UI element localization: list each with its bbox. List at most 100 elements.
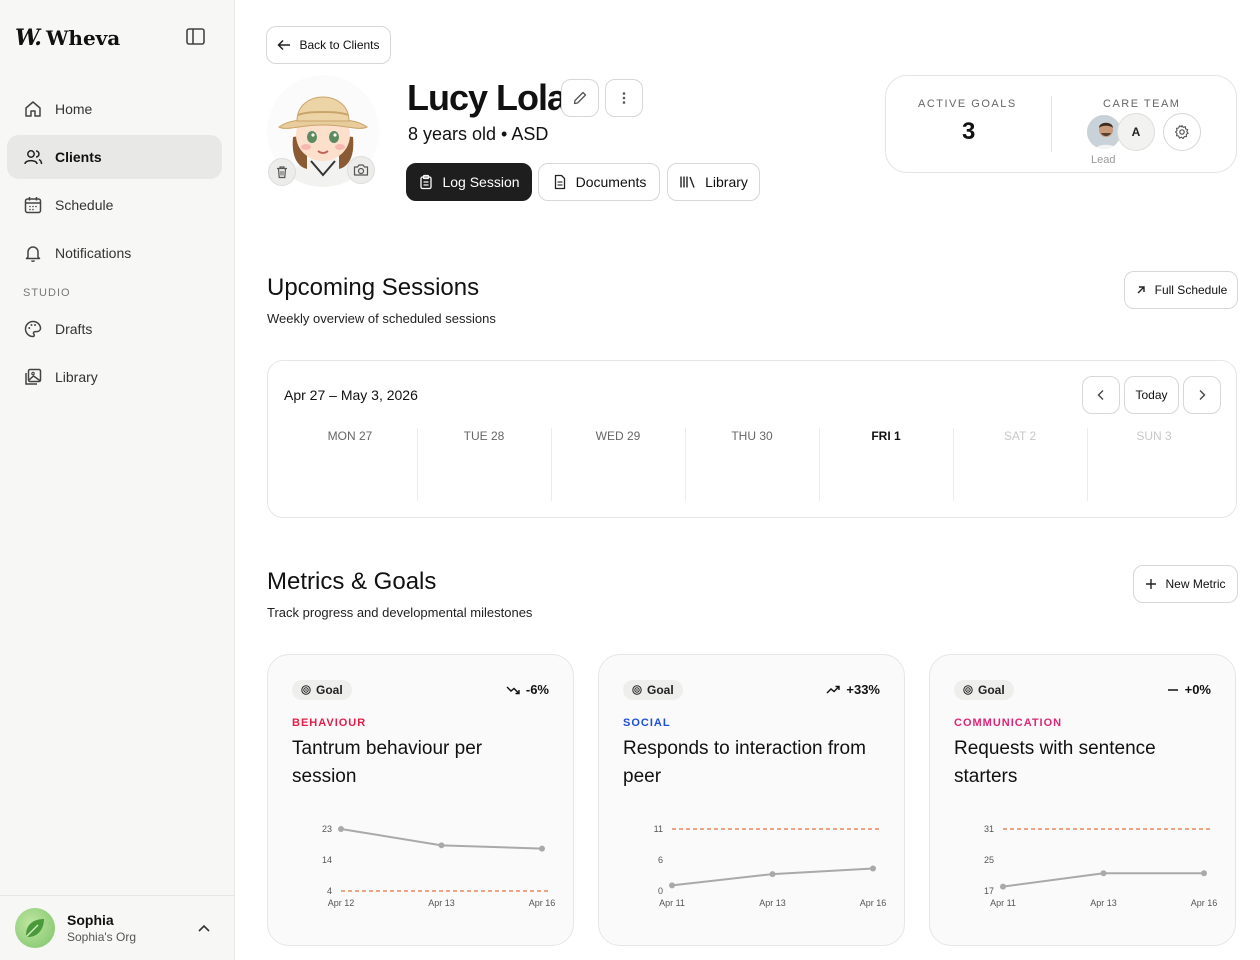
metrics-title: Metrics & Goals	[267, 568, 437, 595]
day-column-header-today[interactable]: FRI 1	[819, 429, 953, 443]
active-goals-value: 3	[962, 118, 976, 145]
documents-button[interactable]: Documents	[538, 163, 660, 201]
metric-card[interactable]: Goal -6% BEHAVIOUR Tantrum behaviour per…	[267, 654, 574, 946]
user-avatar	[15, 908, 55, 948]
log-session-button[interactable]: Log Session	[406, 163, 532, 201]
sidebar-toggle-icon[interactable]	[185, 27, 207, 47]
user-menu[interactable]: Sophia Sophia's Org	[0, 895, 235, 960]
care-team-settings-button[interactable]	[1163, 113, 1201, 151]
gear-icon	[1175, 124, 1189, 140]
goal-pill: Goal	[623, 680, 683, 700]
sessions-subtitle: Weekly overview of scheduled sessions	[267, 311, 496, 326]
bell-icon	[25, 246, 41, 263]
trend-indicator: -6%	[506, 682, 549, 697]
y-tick-label: 0	[658, 886, 663, 896]
user-name: Sophia	[67, 912, 114, 928]
data-point[interactable]	[539, 845, 545, 852]
day-column-header[interactable]: SUN 3	[1087, 429, 1221, 443]
sidebar-section-label: STUDIO	[23, 287, 71, 299]
chevron-up-icon	[198, 924, 210, 932]
sidebar-item-drafts[interactable]: Drafts	[7, 307, 222, 351]
trend-up-icon	[826, 685, 841, 693]
y-tick-label: 23	[322, 824, 332, 834]
sessions-title: Upcoming Sessions	[267, 274, 480, 301]
library-button[interactable]: Library	[667, 163, 760, 201]
trend-down-icon	[506, 686, 520, 694]
new-metric-label: New Metric	[1165, 577, 1226, 591]
sidebar-item-label: Drafts	[55, 321, 93, 337]
images-icon	[25, 368, 42, 385]
day-column-header[interactable]: WED 29	[551, 429, 685, 443]
metric-card[interactable]: Goal +33% SOCIAL Responds to interaction…	[598, 654, 905, 946]
metric-category: SOCIAL	[623, 717, 671, 729]
wheva-logo-icon: W.	[15, 25, 42, 51]
palette-icon	[24, 320, 42, 338]
today-button[interactable]: Today	[1124, 376, 1179, 414]
data-point[interactable]	[1100, 870, 1107, 877]
data-point[interactable]	[769, 871, 776, 878]
y-tick-label: 4	[327, 886, 332, 896]
sidebar: W. Wheva Home Clients Schedule Notificat…	[0, 0, 235, 960]
next-week-button[interactable]	[1183, 376, 1221, 414]
metric-title: Responds to interaction from peer	[623, 738, 866, 787]
day-column-header[interactable]: THU 30	[685, 429, 819, 443]
new-metric-button[interactable]: New Metric	[1133, 565, 1238, 603]
x-tick-label: Apr 16	[529, 898, 556, 908]
previous-week-button[interactable]	[1082, 376, 1120, 414]
metric-chart: 31 25 17 Apr 11 Apr 13 Apr 16	[984, 824, 1217, 908]
back-to-clients-button[interactable]: Back to Clients	[266, 26, 391, 64]
full-schedule-button[interactable]: Full Schedule	[1124, 271, 1238, 309]
y-tick-label: 6	[658, 855, 663, 865]
data-point[interactable]	[338, 826, 344, 832]
change-photo-button[interactable]	[347, 156, 375, 184]
data-point[interactable]	[1201, 870, 1207, 877]
care-team-member-avatar[interactable]: A	[1117, 113, 1155, 151]
data-point[interactable]	[669, 882, 675, 889]
users-icon	[24, 150, 43, 165]
day-column-header[interactable]: TUE 28	[417, 429, 551, 443]
home-icon	[25, 101, 41, 117]
library-icon	[680, 176, 695, 188]
plus-icon	[1146, 579, 1157, 589]
camera-icon	[353, 164, 369, 176]
data-point[interactable]	[870, 865, 876, 872]
x-tick-label: Apr 11	[659, 898, 685, 908]
sidebar-item-label: Library	[55, 369, 98, 385]
sidebar-item-label: Schedule	[55, 197, 114, 213]
target-icon	[301, 685, 311, 695]
sidebar-item-notifications[interactable]: Notifications	[7, 231, 222, 275]
care-team-label: CARE TEAM	[1103, 98, 1181, 110]
full-schedule-label: Full Schedule	[1154, 283, 1228, 297]
sidebar-item-home[interactable]: Home	[7, 87, 222, 131]
y-tick-label: 31	[984, 824, 994, 834]
calendar-icon	[24, 197, 42, 214]
data-point[interactable]	[438, 842, 445, 849]
y-tick-label: 11	[654, 824, 663, 834]
calendar-range: Apr 27 – May 3, 2026	[284, 387, 418, 403]
day-column-header[interactable]: MON 27	[283, 429, 417, 443]
more-options-button[interactable]	[605, 79, 643, 117]
sidebar-item-clients[interactable]: Clients	[7, 135, 222, 179]
back-label: Back to Clients	[299, 38, 380, 52]
sidebar-item-label: Notifications	[55, 245, 132, 261]
metric-card[interactable]: Goal +0% COMMUNICATION Requests with sen…	[929, 654, 1236, 946]
edit-client-button[interactable]	[561, 79, 599, 117]
chevron-right-icon	[1199, 390, 1206, 400]
metric-title: Tantrum behaviour per session	[292, 738, 483, 787]
user-org: Sophia's Org	[67, 930, 136, 944]
day-column-header[interactable]: SAT 2	[953, 429, 1087, 443]
trend-indicator: +0%	[1167, 682, 1211, 697]
sidebar-item-library[interactable]: Library	[7, 355, 222, 399]
delete-photo-button[interactable]	[268, 158, 296, 186]
metric-chart: 23 14 4 Apr 12 Apr 13 Apr 16	[322, 824, 556, 908]
sidebar-item-schedule[interactable]: Schedule	[7, 183, 222, 227]
data-point[interactable]	[1000, 883, 1006, 890]
brand[interactable]: W. Wheva	[15, 25, 120, 51]
metric-category: BEHAVIOUR	[292, 717, 367, 729]
metric-title: Requests with sentence starters	[954, 738, 1156, 787]
x-tick-label: Apr 13	[428, 898, 455, 908]
more-vertical-icon	[622, 92, 626, 104]
y-tick-label: 14	[322, 855, 332, 865]
trend-value: +0%	[1184, 682, 1211, 697]
arrow-up-right-icon	[1137, 286, 1145, 294]
